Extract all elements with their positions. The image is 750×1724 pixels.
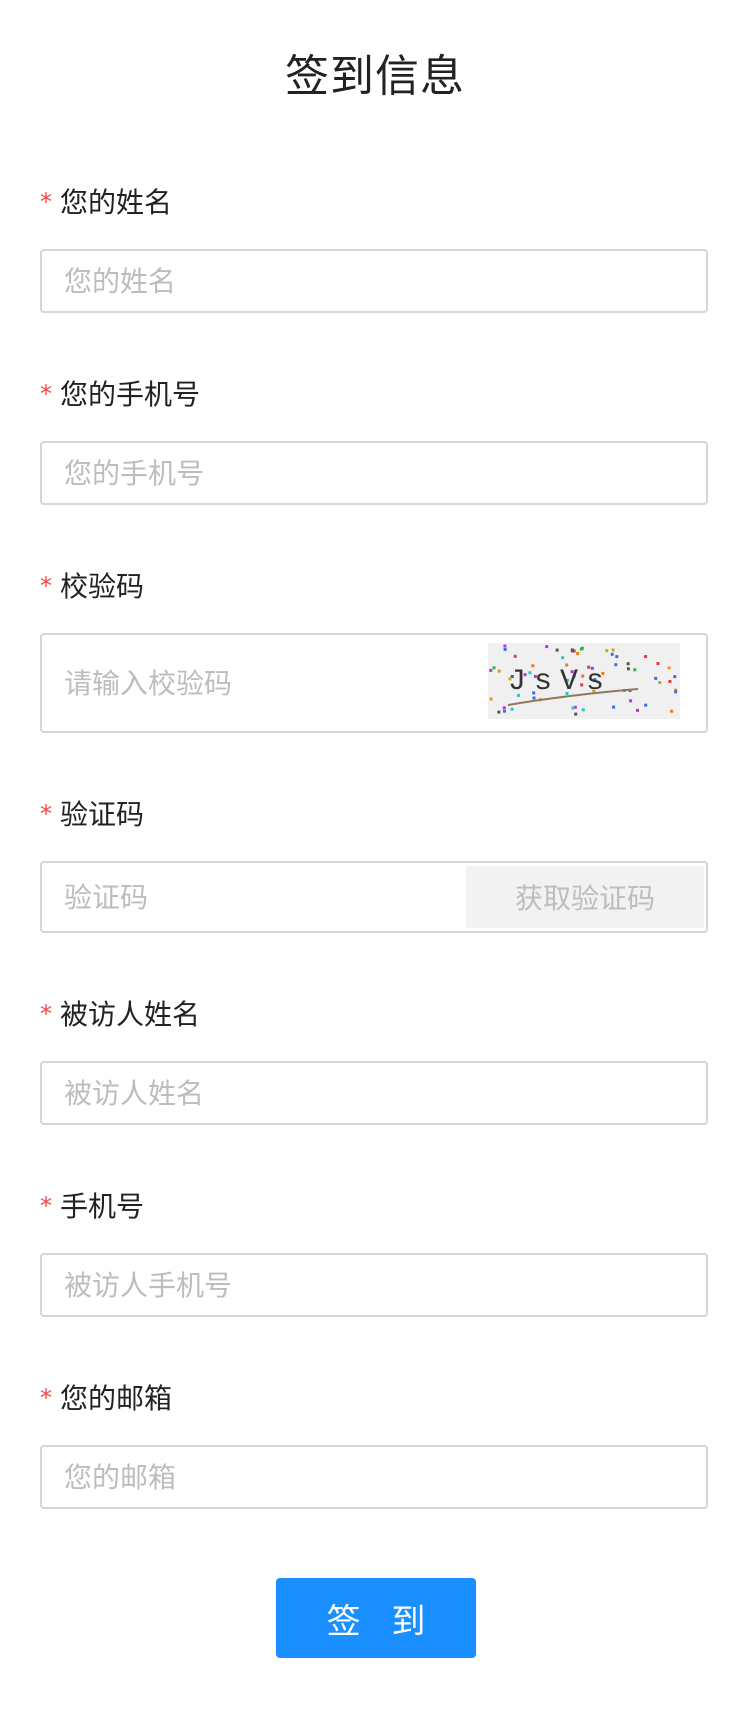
sms-code-label-text: 验证码 xyxy=(60,798,145,831)
sms-code-input[interactable] xyxy=(64,863,444,931)
visitee-phone-input[interactable] xyxy=(64,1255,684,1315)
visitee-phone-field xyxy=(40,1253,708,1317)
name-label: * 您的姓名 xyxy=(40,182,172,223)
captcha-field: JsVs xyxy=(40,633,708,733)
sign-in-button[interactable]: 签 到 xyxy=(276,1578,476,1658)
phone-label-text: 您的手机号 xyxy=(60,378,201,411)
phone-field xyxy=(40,441,708,505)
required-mark: * xyxy=(40,572,52,600)
get-sms-code-button[interactable]: 获取验证码 xyxy=(466,866,704,928)
visitee-name-label-text: 被访人姓名 xyxy=(60,998,201,1031)
name-field xyxy=(40,249,708,313)
required-mark: * xyxy=(40,1384,52,1412)
captcha-input[interactable] xyxy=(64,635,444,731)
name-label-text: 您的姓名 xyxy=(60,186,173,219)
captcha-label-text: 校验码 xyxy=(60,570,145,603)
visitee-name-label: * 被访人姓名 xyxy=(40,994,200,1035)
email-label-text: 您的邮箱 xyxy=(60,1382,173,1415)
visitee-name-field xyxy=(40,1061,708,1125)
required-mark: * xyxy=(40,1000,52,1028)
required-mark: * xyxy=(40,1192,52,1220)
captcha-image[interactable]: JsVs xyxy=(488,643,680,719)
phone-input[interactable] xyxy=(64,443,684,503)
email-field xyxy=(40,1445,708,1509)
captcha-text: JsVs xyxy=(508,665,612,699)
required-mark: * xyxy=(40,380,52,408)
required-mark: * xyxy=(40,800,52,828)
sms-code-field: 获取验证码 xyxy=(40,861,708,933)
email-input[interactable] xyxy=(64,1447,684,1507)
visitee-phone-label-text: 手机号 xyxy=(60,1190,145,1223)
page-title: 签到信息 xyxy=(285,51,465,102)
visitee-name-input[interactable] xyxy=(64,1063,684,1123)
visitee-phone-label: * 手机号 xyxy=(40,1186,144,1227)
sms-code-label: * 验证码 xyxy=(40,794,144,835)
phone-label: * 您的手机号 xyxy=(40,374,200,415)
captcha-label: * 校验码 xyxy=(40,566,144,607)
name-input[interactable] xyxy=(64,251,684,311)
email-label: * 您的邮箱 xyxy=(40,1378,172,1419)
required-mark: * xyxy=(40,188,52,216)
